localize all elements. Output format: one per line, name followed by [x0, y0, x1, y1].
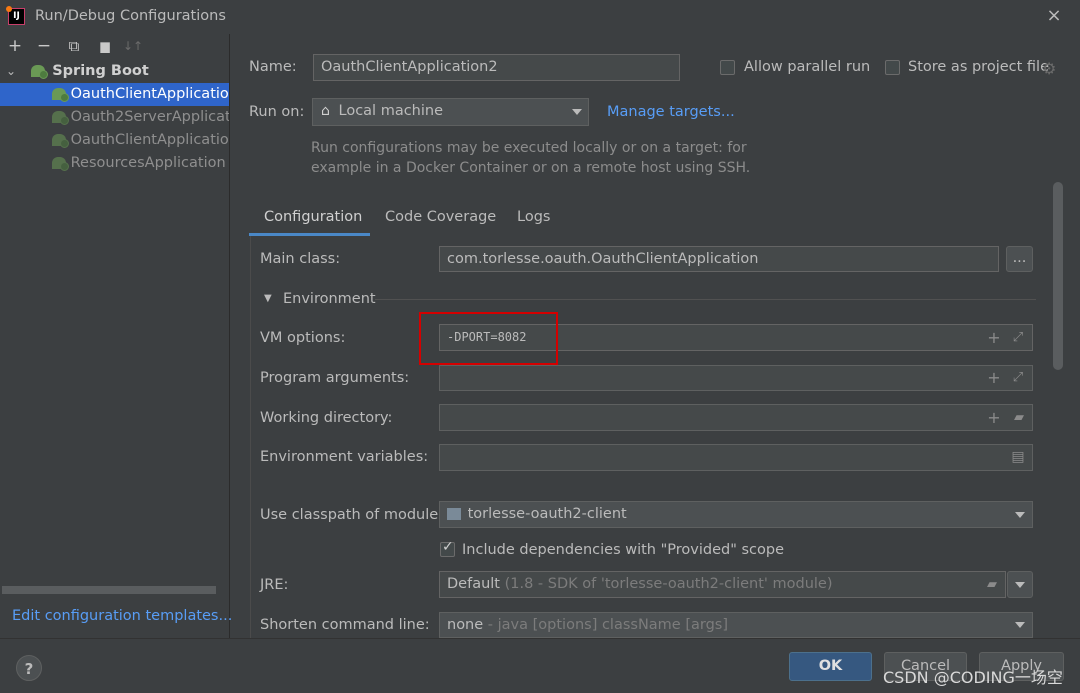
add-icon[interactable]: + — [5, 36, 25, 56]
chevron-down-icon[interactable] — [572, 109, 582, 115]
tree-item-label: Oauth2ServerApplicatio — [70, 109, 229, 125]
highlight-box — [419, 312, 558, 365]
allow-parallel-run-label[interactable]: Allow parallel run — [744, 59, 870, 75]
run-on-help-text: example in a Docker Container or on a re… — [311, 160, 751, 176]
horizontal-scrollbar[interactable] — [2, 586, 216, 594]
environment-section-label[interactable]: Environment — [283, 291, 376, 307]
folder-icon[interactable]: ▰ — [983, 576, 1001, 594]
tree-group-spring-boot[interactable]: ⌄ Spring Boot — [6, 60, 226, 83]
main-class-label: Main class: — [260, 251, 341, 267]
plus-icon[interactable]: + — [985, 369, 1003, 387]
browse-main-class-button[interactable]: ... — [1006, 246, 1033, 272]
spring-boot-icon — [52, 157, 69, 171]
gear-icon[interactable]: ⚙ — [1042, 59, 1056, 78]
allow-parallel-run-checkbox[interactable] — [720, 60, 735, 75]
panel-divider[interactable] — [229, 34, 230, 638]
spring-boot-icon — [30, 65, 48, 79]
sort-icon[interactable]: ↓↑ — [123, 36, 143, 56]
shorten-value: none — [447, 617, 484, 633]
run-on-select[interactable]: ⌂ Local machine — [312, 98, 589, 126]
expand-icon[interactable]: ⤢ — [1009, 369, 1027, 387]
document-icon[interactable]: ▤ — [1009, 448, 1027, 466]
include-dependencies-checkbox[interactable] — [440, 539, 455, 557]
store-as-project-file-label[interactable]: Store as project file — [908, 59, 1049, 75]
collapse-triangle-icon[interactable]: ▼ — [264, 293, 272, 304]
store-as-project-file-checkbox[interactable] — [885, 60, 900, 75]
shorten-command-line-select[interactable]: none - java [options] className [args] — [439, 612, 1033, 638]
intellij-logo-icon: IJ — [6, 6, 25, 25]
tree-item[interactable]: ResourcesApplication — [0, 152, 229, 175]
working-directory-label: Working directory: — [260, 410, 393, 426]
folder-icon[interactable]: ▰ — [1010, 409, 1028, 427]
jre-field[interactable]: Default (1.8 - SDK of 'torlesse-oauth2-c… — [439, 571, 1006, 598]
main-class-field[interactable]: com.torlesse.oauth.OauthClientApplicatio… — [439, 246, 999, 272]
tree-item[interactable]: Oauth2ServerApplicatio — [0, 106, 229, 129]
name-field[interactable]: OauthClientApplication2 — [313, 54, 680, 81]
vm-options-label: VM options: — [260, 330, 346, 346]
classpath-module-select[interactable]: torlesse-oauth2-client — [439, 501, 1033, 528]
tree-item-label: ResourcesApplication — [70, 155, 226, 171]
chevron-down-icon[interactable] — [1015, 512, 1025, 518]
ok-button[interactable]: OK — [789, 652, 872, 681]
window-title: Run/Debug Configurations — [35, 8, 226, 24]
chevron-down-icon[interactable] — [1015, 582, 1025, 588]
shorten-detail: - java [options] className [args] — [487, 617, 729, 633]
run-on-value: Local machine — [338, 103, 444, 119]
tree-item[interactable]: OauthClientApplication — [0, 129, 229, 152]
jre-value: Default — [447, 576, 500, 592]
spring-boot-icon — [52, 134, 69, 148]
expand-icon[interactable]: ⤢ — [1009, 329, 1027, 347]
spring-boot-icon — [52, 88, 69, 102]
watermark: CSDN @CODING一场空 — [883, 668, 1063, 687]
section-divider — [375, 299, 1036, 300]
environment-variables-label: Environment variables: — [260, 449, 429, 465]
tab-configuration[interactable]: Configuration — [264, 207, 362, 236]
plus-icon[interactable]: + — [985, 409, 1003, 427]
program-arguments-field[interactable] — [439, 365, 1033, 391]
tree-group-label: Spring Boot — [52, 63, 149, 79]
chevron-down-icon[interactable]: ⌄ — [6, 60, 20, 83]
include-dependencies-label[interactable]: Include dependencies with "Provided" sco… — [462, 542, 784, 558]
run-on-help-text: Run configurations may be executed local… — [311, 140, 747, 156]
tree-item-label: OauthClientApplication — [70, 132, 229, 148]
module-icon — [447, 508, 461, 520]
manage-targets-link[interactable]: Manage targets... — [607, 104, 735, 120]
environment-variables-field[interactable] — [439, 444, 1033, 471]
spring-boot-icon — [52, 111, 69, 125]
tab-code-coverage[interactable]: Code Coverage — [385, 207, 496, 236]
vertical-scrollbar[interactable] — [1053, 182, 1063, 370]
copy-icon[interactable]: ⧉ — [64, 36, 84, 56]
move-to-folder-icon[interactable]: ▆ — [95, 36, 115, 56]
chevron-down-icon[interactable] — [1015, 622, 1025, 628]
home-icon: ⌂ — [321, 103, 330, 119]
remove-icon[interactable]: − — [34, 36, 54, 56]
jre-label: JRE: — [260, 577, 289, 593]
name-label: Name: — [249, 59, 297, 75]
classpath-module-value: torlesse-oauth2-client — [467, 506, 627, 522]
program-arguments-label: Program arguments: — [260, 370, 410, 386]
tree-item[interactable]: OauthClientApplication2 — [0, 83, 229, 106]
tree-item-label: OauthClientApplication2 — [70, 86, 229, 102]
working-directory-field[interactable] — [439, 404, 1033, 431]
close-icon[interactable]: × — [1044, 6, 1064, 26]
tab-logs[interactable]: Logs — [517, 207, 550, 236]
shorten-command-line-label: Shorten command line: — [260, 617, 430, 633]
run-on-label: Run on: — [249, 104, 305, 120]
plus-icon[interactable]: + — [985, 329, 1003, 347]
edit-configuration-templates-link[interactable]: Edit configuration templates... — [12, 608, 232, 624]
classpath-module-label: Use classpath of module: — [260, 507, 444, 523]
jre-detail: (1.8 - SDK of 'torlesse-oauth2-client' m… — [504, 576, 833, 592]
help-button[interactable]: ? — [16, 655, 42, 681]
